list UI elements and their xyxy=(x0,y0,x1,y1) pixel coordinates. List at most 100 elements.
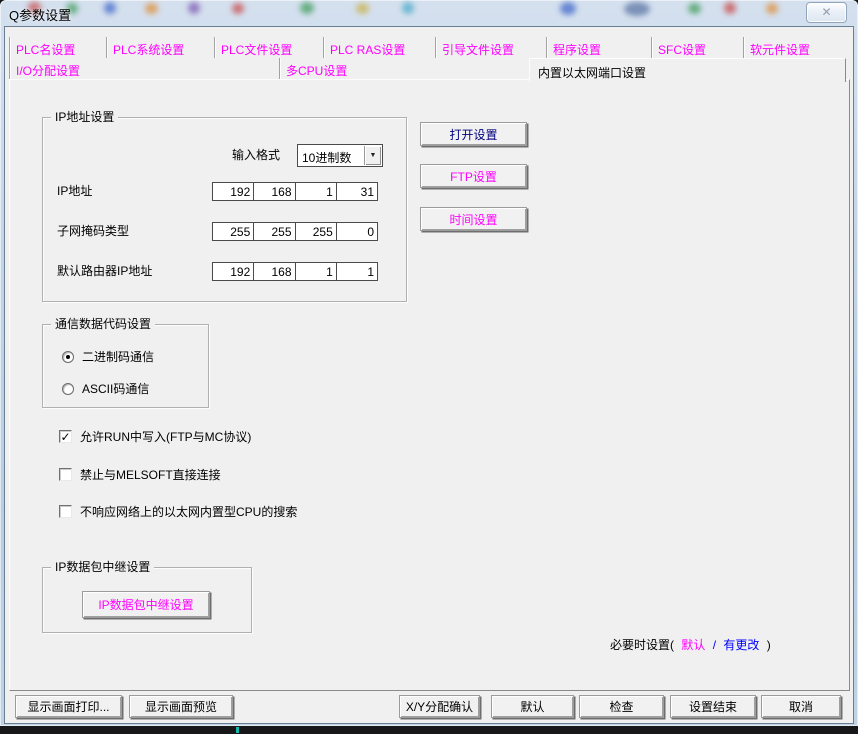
default-button[interactable]: 默认 xyxy=(491,695,574,718)
tab-row-1: PLC名设置 PLC系统设置 PLC文件设置 PLC RAS设置 引导文件设置 … xyxy=(9,37,850,58)
tab-label: 引导文件设置 xyxy=(442,43,514,57)
ethernet-settings-pane: IP地址设置 输入格式 10进制数 ▼ IP地址 192 168 1 31 子网… xyxy=(9,79,850,691)
tab-plc-system[interactable]: PLC系统设置 xyxy=(106,37,214,58)
subnet-mask-field: 255 255 255 0 xyxy=(212,222,378,241)
xy-assignment-confirm-button[interactable]: X/Y分配确认 xyxy=(399,695,480,718)
glass-blur-artifact xyxy=(232,3,244,14)
button-label: 显示画面预览 xyxy=(145,698,217,715)
radio-binary-comm[interactable]: 二进制码通信 xyxy=(62,348,154,365)
tab-row-2: I/O分配设置 多CPU设置 内置以太网端口设置 xyxy=(9,58,850,79)
group-title: IP地址设置 xyxy=(51,110,118,125)
tab-io-assignment[interactable]: I/O分配设置 xyxy=(9,58,279,79)
time-settings-button[interactable]: 时间设置 xyxy=(420,207,527,231)
tab-program[interactable]: 程序设置 xyxy=(546,37,651,58)
checkbox-label[interactable]: 不响应网络上的以太网内置型CPU的搜索 xyxy=(80,503,297,520)
checkbox-label[interactable]: 允许RUN中写入(FTP与MC协议) xyxy=(80,428,251,445)
input-format-select[interactable]: 10进制数 ▼ xyxy=(297,144,383,167)
tab-device[interactable]: 软元件设置 xyxy=(743,37,839,58)
tab-plc-ras[interactable]: PLC RAS设置 xyxy=(323,37,435,58)
tab-label: 软元件设置 xyxy=(750,43,810,57)
tab-label: 多CPU设置 xyxy=(286,64,347,78)
default-router-label: 默认路由器IP地址 xyxy=(57,262,152,281)
ip-octet[interactable]: 192 xyxy=(213,263,253,280)
ip-octet[interactable]: 1 xyxy=(295,263,336,280)
subnet-mask-label: 子网掩码类型 xyxy=(57,222,129,241)
background-artifact xyxy=(236,727,239,733)
group-title: IP数据包中继设置 xyxy=(51,560,154,575)
glass-blur-artifact xyxy=(188,2,200,14)
button-label: 打开设置 xyxy=(449,126,497,143)
button-label: X/Y分配确认 xyxy=(406,698,473,715)
glass-blur-artifact xyxy=(560,2,576,15)
radio-label[interactable]: ASCII码通信 xyxy=(82,380,149,397)
radio-label[interactable]: 二进制码通信 xyxy=(82,348,154,365)
checkbox-allow-run-write[interactable]: ✓ 允许RUN中写入(FTP与MC协议) xyxy=(59,428,251,445)
ip-octet[interactable]: 192 xyxy=(213,183,253,200)
chevron-down-icon[interactable]: ▼ xyxy=(364,146,381,165)
ip-octet[interactable]: 0 xyxy=(336,223,377,240)
radio-icon[interactable] xyxy=(62,351,74,363)
tab-built-in-ethernet-port[interactable]: 内置以太网端口设置 xyxy=(529,58,846,82)
ip-octet[interactable]: 1 xyxy=(295,183,336,200)
ip-address-field: 192 168 1 31 xyxy=(212,182,378,201)
tab-boot-file[interactable]: 引导文件设置 xyxy=(435,37,546,58)
checkbox-disable-melsoft-direct[interactable]: 禁止与MELSOFT直接连接 xyxy=(59,466,221,483)
cancel-button[interactable]: 取消 xyxy=(761,695,841,718)
tab-label: 程序设置 xyxy=(553,43,601,57)
ip-octet[interactable]: 255 xyxy=(213,223,253,240)
tab-multi-cpu[interactable]: 多CPU设置 xyxy=(279,58,529,79)
dropdown-arrow-glyph: ▼ xyxy=(370,152,377,159)
note-slash: / xyxy=(711,638,718,652)
button-label: 显示画面打印... xyxy=(27,698,109,715)
tab-label: PLC系统设置 xyxy=(113,43,184,57)
tab-label: I/O分配设置 xyxy=(16,64,80,78)
tab-plc-file[interactable]: PLC文件设置 xyxy=(214,37,323,58)
button-label: IP数据包中继设置 xyxy=(98,596,193,613)
input-format-label: 输入格式 xyxy=(232,146,280,165)
checkbox-label[interactable]: 禁止与MELSOFT直接连接 xyxy=(80,466,221,483)
checkbox-icon[interactable] xyxy=(59,468,72,481)
tab-label: PLC文件设置 xyxy=(221,43,292,57)
tab-label: PLC名设置 xyxy=(16,43,75,57)
print-screen-button[interactable]: 显示画面打印... xyxy=(15,695,122,718)
close-icon: ✕ xyxy=(821,5,831,19)
check-button[interactable]: 检查 xyxy=(579,695,664,718)
checkbox-icon[interactable]: ✓ xyxy=(59,430,72,443)
checkbox-icon[interactable] xyxy=(59,505,72,518)
tab-label: 内置以太网端口设置 xyxy=(538,66,646,80)
glass-blur-artifact xyxy=(145,3,158,14)
input-format-value: 10进制数 xyxy=(298,145,363,166)
ftp-settings-button[interactable]: FTP设置 xyxy=(420,164,527,188)
button-label: 设置结束 xyxy=(689,698,737,715)
glass-blur-artifact xyxy=(300,2,314,14)
radio-ascii-comm[interactable]: ASCII码通信 xyxy=(62,380,149,397)
glass-blur-artifact xyxy=(402,2,414,14)
preview-screen-button[interactable]: 显示画面预览 xyxy=(129,695,233,718)
checkbox-no-response-cpu-search[interactable]: 不响应网络上的以太网内置型CPU的搜索 xyxy=(59,503,297,520)
ip-octet[interactable]: 255 xyxy=(253,223,294,240)
ip-octet[interactable]: 1 xyxy=(336,263,377,280)
open-settings-button[interactable]: 打开设置 xyxy=(420,122,527,146)
tab-label: SFC设置 xyxy=(658,43,706,57)
ip-octet[interactable]: 255 xyxy=(295,223,336,240)
finish-settings-button[interactable]: 设置结束 xyxy=(670,695,756,718)
tab-sfc[interactable]: SFC设置 xyxy=(651,37,743,58)
glass-blur-artifact xyxy=(356,3,369,14)
q-parameter-dialog: PLC名设置 PLC系统设置 PLC文件设置 PLC RAS设置 引导文件设置 … xyxy=(4,26,854,724)
ip-octet[interactable]: 31 xyxy=(336,183,377,200)
glass-blur-artifact xyxy=(688,3,701,14)
ip-packet-relay-button[interactable]: IP数据包中继设置 xyxy=(82,591,210,618)
button-label: FTP设置 xyxy=(450,168,497,185)
close-button[interactable]: ✕ xyxy=(806,2,847,23)
default-router-field: 192 168 1 1 xyxy=(212,262,378,281)
tab-label: PLC RAS设置 xyxy=(330,43,405,57)
ip-octet[interactable]: 168 xyxy=(253,183,294,200)
button-label: 默认 xyxy=(520,698,544,715)
check-icon: ✓ xyxy=(60,432,70,442)
note-suffix: ) xyxy=(765,638,773,652)
note-changed: 有更改 xyxy=(721,638,761,652)
tab-plc-name[interactable]: PLC名设置 xyxy=(9,37,106,58)
ip-address-label: IP地址 xyxy=(57,182,92,201)
ip-octet[interactable]: 168 xyxy=(253,263,294,280)
radio-icon[interactable] xyxy=(62,383,74,395)
